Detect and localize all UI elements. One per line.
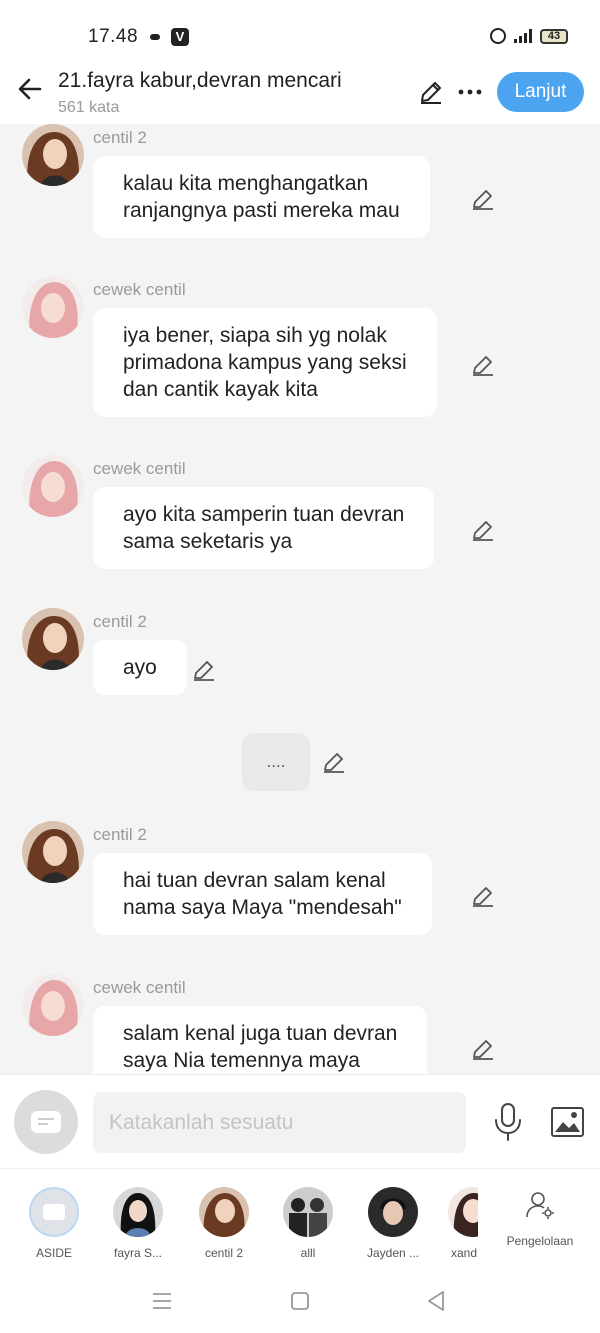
message-bubble[interactable]: salam kenal juga tuan devran saya Nia te… xyxy=(93,1006,428,1074)
message-line: salam kenal juga tuan devran xyxy=(123,1022,398,1045)
character-label: ASIDE xyxy=(35,1246,72,1260)
message-bubble[interactable]: hai tuan devran salam kenal nama saya Ma… xyxy=(93,853,432,935)
person-gear-icon xyxy=(502,1189,578,1226)
edit-message-icon[interactable] xyxy=(471,884,495,908)
sender-name: centil 2 xyxy=(93,612,147,631)
input-bar xyxy=(0,1074,600,1168)
brunette-avatar xyxy=(199,1187,249,1237)
edit-message-icon[interactable] xyxy=(192,658,216,682)
brunette-avatar[interactable] xyxy=(22,124,84,186)
character-alll[interactable]: alll xyxy=(278,1187,338,1260)
character-xand[interactable]: xand xyxy=(448,1187,478,1260)
edit-message-icon[interactable] xyxy=(471,518,495,542)
home-icon[interactable] xyxy=(289,1290,311,1312)
group-avatar xyxy=(283,1187,333,1237)
message-line: ayo kita samperin tuan devran xyxy=(123,503,405,526)
more-dots-icon[interactable] xyxy=(456,78,484,106)
edit-message-icon[interactable] xyxy=(471,1037,495,1061)
message-line: hai tuan devran salam kenal xyxy=(123,869,386,892)
woman-avatar xyxy=(448,1187,478,1237)
message-line: iya bener, siapa sih yg nolak xyxy=(123,324,387,347)
message-line: sama seketaris ya xyxy=(123,530,293,553)
message-line: kalau kita menghangatkan xyxy=(123,172,369,195)
edit-message-icon[interactable] xyxy=(471,353,495,377)
pencil-icon[interactable] xyxy=(417,78,445,106)
character-label: centil 2 xyxy=(204,1246,244,1260)
chat-area[interactable]: centil 2 kalau kita menghangatkan ranjan… xyxy=(0,124,600,1074)
black-hair-avatar xyxy=(113,1187,163,1237)
character-aside[interactable]: ASIDE xyxy=(24,1187,84,1260)
battery-icon: 43 xyxy=(540,28,568,44)
narration-bubble[interactable]: .... xyxy=(242,733,310,791)
character-centil-2[interactable]: centil 2 xyxy=(194,1187,254,1260)
pink-hair-avatar[interactable] xyxy=(22,276,84,338)
cloud-icon xyxy=(150,34,160,40)
message-bubble[interactable]: iya bener, siapa sih yg nolak primadona … xyxy=(93,308,437,417)
message-line: ayo xyxy=(123,656,157,679)
app-v-icon: V xyxy=(171,28,189,46)
message-bubble[interactable]: kalau kita menghangatkan ranjangnya past… xyxy=(93,156,430,238)
man-avatar xyxy=(368,1187,418,1237)
status-bar: 17.48 V 43 xyxy=(0,0,600,70)
microphone-icon[interactable] xyxy=(492,1102,524,1142)
alarm-icon xyxy=(490,28,506,44)
character-label: xand xyxy=(451,1246,478,1260)
menu-icon[interactable] xyxy=(151,1290,173,1312)
message-line: saya Nia temennya maya xyxy=(123,1049,360,1072)
message-line: dan cantik kayak kita xyxy=(123,378,318,401)
message-input[interactable] xyxy=(93,1092,466,1153)
character-fayra[interactable]: fayra S... xyxy=(108,1187,168,1260)
sender-name: cewek centil xyxy=(93,459,186,478)
aside-chip-icon xyxy=(29,1187,79,1237)
brunette-avatar[interactable] xyxy=(22,821,84,883)
aside-chip-icon[interactable] xyxy=(14,1090,78,1154)
manage-label: Pengelolaan xyxy=(506,1234,574,1248)
character-label: Jayden ... xyxy=(366,1246,420,1260)
top-bar: 21.fayra kabur,devran mencari 561 kata L… xyxy=(0,62,600,124)
message-bubble[interactable]: ayo xyxy=(93,640,187,695)
image-icon[interactable] xyxy=(550,1106,585,1138)
edit-message-icon[interactable] xyxy=(471,187,495,211)
story-title[interactable]: 21.fayra kabur,devran mencari xyxy=(58,69,342,93)
message-bubble[interactable]: ayo kita samperin tuan devran sama seket… xyxy=(93,487,435,569)
message-line: primadona kampus yang seksi xyxy=(123,351,407,374)
character-bar: ASIDE fayra S... centil 2 alll Jayden ..… xyxy=(0,1168,600,1268)
edit-message-icon[interactable] xyxy=(322,750,346,774)
pink-hair-avatar[interactable] xyxy=(22,455,84,517)
sender-name: cewek centil xyxy=(93,978,186,997)
message-line: nama saya Maya "mendesah" xyxy=(123,896,402,919)
back-icon[interactable] xyxy=(425,1290,447,1312)
signal-icon xyxy=(514,29,532,43)
sender-name: centil 2 xyxy=(93,128,147,147)
pink-hair-avatar[interactable] xyxy=(22,974,84,1036)
sender-name: cewek centil xyxy=(93,280,186,299)
character-label: alll xyxy=(300,1246,316,1260)
back-arrow-icon[interactable] xyxy=(16,74,46,104)
navigation-bar xyxy=(0,1268,600,1333)
next-button[interactable]: Lanjut xyxy=(497,72,584,112)
manage-button[interactable]: Pengelolaan xyxy=(502,1189,578,1248)
message-line: ranjangnya pasti mereka mau xyxy=(123,199,400,222)
status-icons: 43 xyxy=(490,28,568,44)
character-jayden[interactable]: Jayden ... xyxy=(363,1187,423,1260)
character-label: fayra S... xyxy=(113,1246,163,1260)
word-count: 561 kata xyxy=(58,99,120,116)
brunette-avatar[interactable] xyxy=(22,608,84,670)
sender-name: centil 2 xyxy=(93,825,147,844)
status-time: 17.48 xyxy=(88,26,139,47)
